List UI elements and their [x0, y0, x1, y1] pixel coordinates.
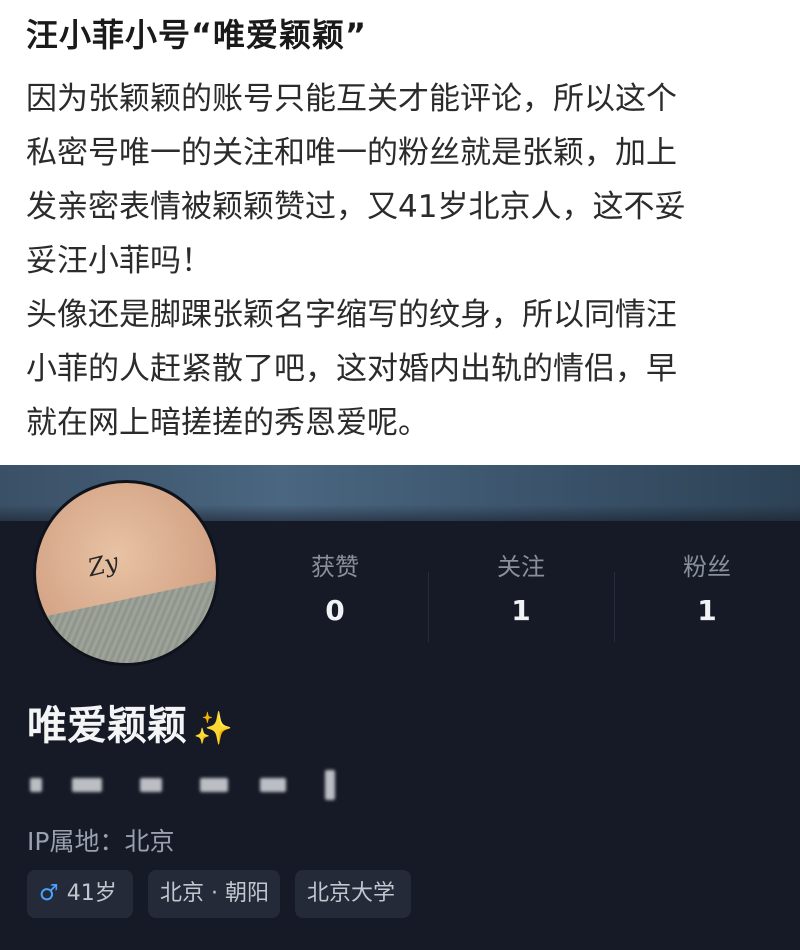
stat-value: 0 [325, 594, 345, 627]
tag-location[interactable]: 北京 · 朝阳 [148, 870, 280, 918]
post-line: 妥汪小菲吗！ [26, 243, 212, 279]
stat-label: 关注 [497, 553, 545, 581]
post-line: 头像还是脚踝张颖名字缩写的纹身，所以同情汪 [26, 297, 677, 333]
stat-likes[interactable]: 获赞 0 [242, 550, 428, 650]
avatar-tattoo-text: Zy [85, 547, 122, 583]
avatar[interactable]: Zy [33, 480, 219, 666]
stat-label: 粉丝 [683, 553, 731, 581]
profile-nickname: 唯爱颖颖 ✨ [27, 693, 233, 751]
blurred-user-id [30, 768, 350, 804]
profile-screenshot: Zy 获赞 0 关注 1 粉丝 1 唯爱颖颖 ✨ IP属地：北京 ♂ 41岁 北京 [0, 465, 800, 950]
ip-location: IP属地：北京 [27, 827, 175, 856]
post-text-section: 汪小菲小号“唯爱颖颖” 因为张颖颖的账号只能互关才能评论，所以这个 私密号唯一的… [0, 0, 800, 465]
post-line: 因为张颖颖的账号只能互关才能评论，所以这个 [26, 81, 677, 117]
post-title: 汪小菲小号“唯爱颖颖” [26, 16, 368, 54]
stat-label: 获赞 [311, 553, 359, 581]
stat-value: 1 [697, 594, 717, 627]
male-icon: ♂ [39, 881, 59, 906]
stat-followers[interactable]: 粉丝 1 [614, 550, 800, 650]
post-line: 私密号唯一的关注和唯一的粉丝就是张颖，加上 [26, 135, 677, 171]
post-line: 就在网上暗搓搓的秀恩爱呢。 [26, 405, 429, 441]
post-line: 发亲密表情被颖颖赞过，又41岁北京人，这不妥 [26, 189, 686, 225]
stat-following[interactable]: 关注 1 [428, 550, 614, 650]
profile-stats: 获赞 0 关注 1 粉丝 1 [242, 550, 800, 650]
stat-value: 1 [511, 594, 531, 627]
post-body: 因为张颖颖的账号只能互关才能评论，所以这个 私密号唯一的关注和唯一的粉丝就是张颖… [26, 72, 786, 450]
tag-age-text: 41岁 [66, 881, 117, 906]
tag-gender-age[interactable]: ♂ 41岁 [27, 870, 133, 918]
sparkles-icon: ✨ [193, 709, 233, 747]
nickname-text: 唯爱颖颖 [27, 703, 187, 749]
post-line: 小菲的人赶紧散了吧，这对婚内出轨的情侣，早 [26, 351, 677, 387]
tag-school[interactable]: 北京大学 [295, 870, 411, 918]
